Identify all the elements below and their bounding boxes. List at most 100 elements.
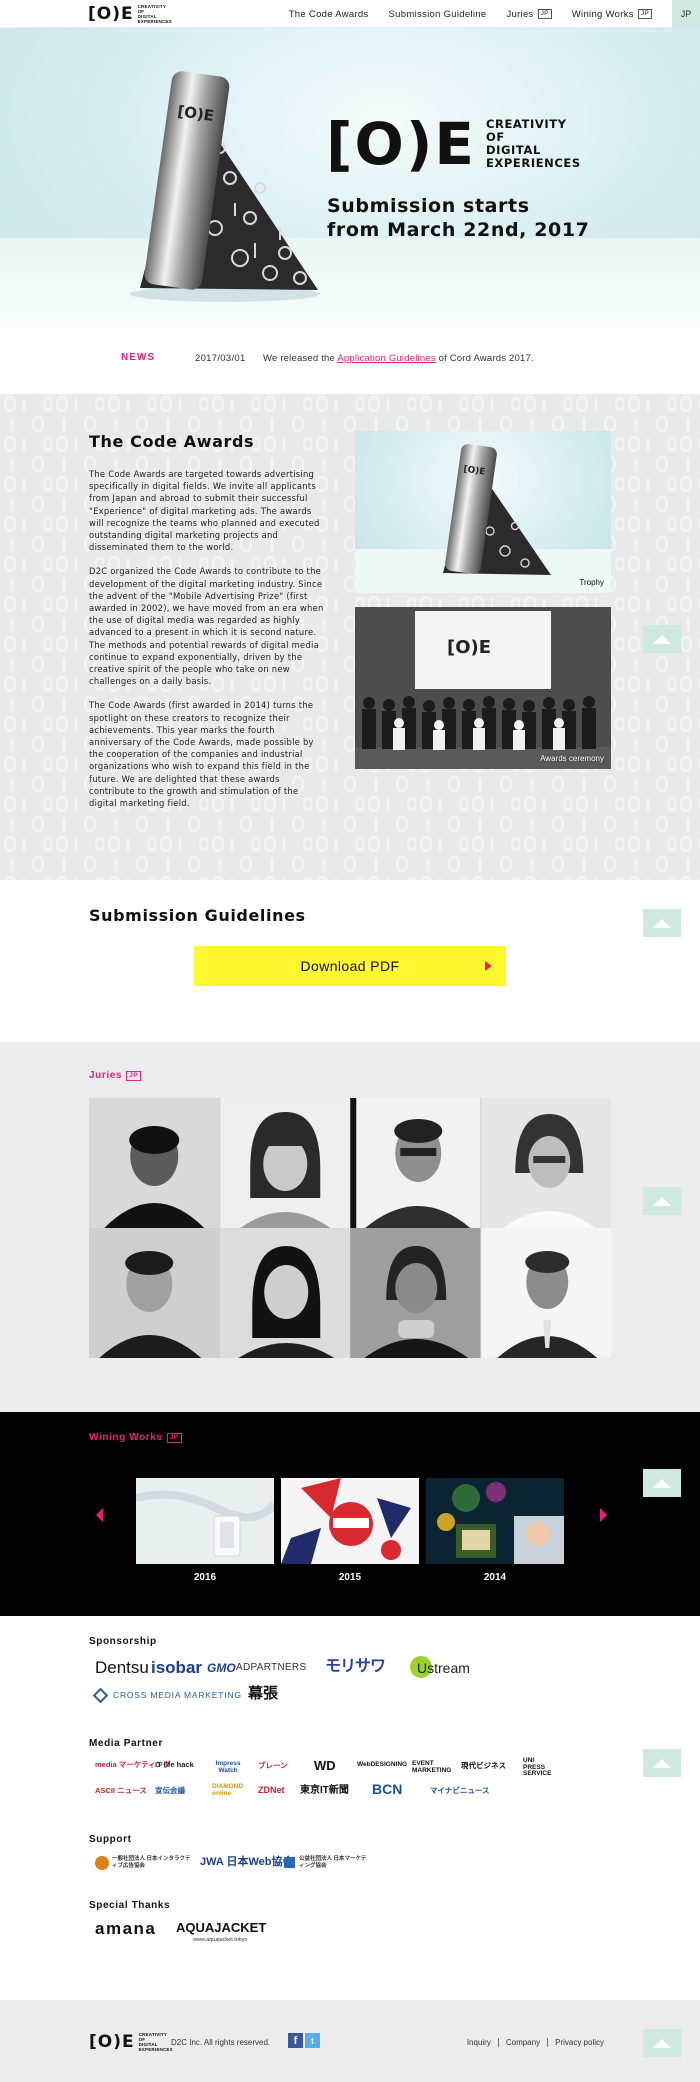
hero-logo-subtitle: CREATIVITY OF DIGITAL EXPERIENCES [485,117,581,170]
support-heading: Support [89,1834,132,1845]
jury-photo[interactable] [219,1098,350,1228]
ceremony-illustration: [O)E [355,607,611,769]
trophy-photo: [O)E Trophy [355,431,611,593]
thanks-logo-amana[interactable]: amana [95,1920,156,1937]
jury-photo[interactable] [89,1228,220,1358]
sponsor-logo-adpartners[interactable]: ADPARTNERS [236,1663,306,1673]
jp-badge: JP [537,9,552,19]
media-logo[interactable]: ブレーン [258,1762,288,1770]
hero-headline: Submission starts from March 22nd, 2017 [327,195,590,241]
media-logo[interactable]: EVENT MARKETING [412,1760,451,1774]
winning-works-section: Wining Works JP 2016 2015 2014 [0,1412,700,1616]
sponsors-section: Sponsorship Dentsu isobar GMO ADPARTNERS… [0,1616,700,2000]
submission-guidelines-section: Submission Guidelines Download PDF [0,880,700,1042]
sponsor-logo-ustream[interactable]: Ustream [417,1661,470,1675]
about-paragraph: The Code Awards (first awarded in 2014) … [89,700,314,809]
scroll-to-top-button[interactable] [643,1187,681,1215]
media-logo[interactable]: UNI PRESS SERVICE [523,1757,557,1778]
scroll-to-top-button[interactable] [643,1469,681,1497]
media-logo[interactable]: IT life hack [155,1761,194,1769]
sponsor-logo-cross-media-marketing[interactable]: CROSS MEDIA MARKETING [113,1691,242,1700]
media-logo[interactable]: Impress Watch [214,1760,242,1774]
jury-photo[interactable] [480,1228,611,1358]
scroll-to-top-button[interactable] [643,625,681,653]
work-year-2016: 2016 [193,1572,217,1583]
thanks-logo-aquajacket[interactable]: AQUAJACKET [176,1921,266,1934]
sponsor-logo-isobar[interactable]: isobar [151,1659,202,1676]
media-logo[interactable]: DIAMOND online [212,1783,246,1797]
support-logo-jma[interactable]: 公益社団法人 日本マーケティング協会 [299,1856,369,1869]
about-body: The Code Awards are targeted towards adv… [89,468,325,821]
media-logo[interactable]: BCN [372,1782,402,1796]
footer-link-company[interactable]: Company [497,2038,547,2047]
scroll-to-top-button[interactable] [643,2029,681,2057]
footer-logo[interactable]: [O)E CREATIVITY OF DIGITAL EXPERIENCES [89,2032,173,2052]
download-pdf-label: Download PDF [300,958,400,974]
hero-floor [0,238,700,328]
carousel-next-arrow-icon[interactable] [600,1508,607,1522]
aquajacket-url[interactable]: www.aquajacket.tokyo [193,1937,247,1944]
media-logo[interactable]: 東京IT新聞 [300,1786,349,1796]
nav-wining-works[interactable]: Wining Works JP [572,9,652,20]
sponsor-logo-morisawa[interactable]: モリサワ [325,1659,386,1675]
facebook-icon[interactable]: f [288,2033,303,2048]
media-partner-heading: Media Partner [89,1738,163,1749]
twitter-icon[interactable]: t [305,2033,320,2048]
work-thumbnail-2015[interactable] [281,1478,419,1564]
scroll-to-top-button[interactable] [643,1749,681,1777]
work-thumbnail-2014[interactable] [426,1478,564,1564]
ceremony-caption: Awards ceremony [540,754,604,763]
jury-photo[interactable] [219,1228,350,1358]
special-thanks-heading: Special Thanks [89,1900,171,1911]
carousel-prev-arrow-icon[interactable] [96,1508,103,1522]
hero-logo-mark: [O)E [326,110,476,178]
trophy-image: [O)E [130,71,320,302]
media-logo[interactable]: WD [314,1759,336,1772]
site-logo[interactable]: [O)E CREATIVITY OF DIGITAL EXPERIENCES [88,4,172,24]
footer-link-privacy-policy[interactable]: Privacy policy [547,2038,611,2047]
work-year-2015: 2015 [338,1572,362,1583]
support-logo-jwa[interactable]: JWA 日本Web協会 [200,1857,294,1868]
guidelines-title: Submission Guidelines [89,906,306,925]
scroll-to-top-button[interactable] [643,909,681,937]
support-logo-jiaa[interactable]: 一般社団法人 日本インタラクティブ広告協会 [112,1856,192,1869]
jiaa-mark-icon [95,1856,109,1870]
about-section: The Code Awards The Code Awards are targ… [0,394,700,880]
footer-link-inquiry[interactable]: Inquiry [460,2038,498,2047]
media-logo[interactable]: 宣伝会議 [155,1787,185,1795]
work-thumbnail-2016[interactable] [136,1478,274,1564]
media-logo[interactable]: ZDNet [258,1786,285,1795]
juries-heading: Juries JP [89,1070,142,1081]
jury-photo[interactable] [480,1098,611,1228]
nav-submission-guideline[interactable]: Submission Guideline [389,9,487,20]
site-header: [O)E CREATIVITY OF DIGITAL EXPERIENCES The … [0,0,700,28]
hero-banner: [O)E [O)E CREATIVITY OF DIGITAL EXPERIENCES… [0,28,700,328]
sponsorship-heading: Sponsorship [89,1636,157,1647]
download-pdf-button[interactable]: Download PDF [194,946,506,986]
winning-works-heading: Wining Works JP [89,1432,182,1443]
ceremony-photo: [O)E Awards ceremony [355,607,611,769]
about-paragraph: The Code Awards are targeted towards adv… [89,469,320,553]
nav-code-awards[interactable]: The Code Awards [289,9,369,20]
logo-mark: [O)E [88,4,134,24]
application-guidelines-link[interactable]: Application Guidelines [337,353,435,364]
media-logo[interactable]: WebDESIGNING [357,1761,407,1769]
sponsor-logo-makuhari[interactable]: 幕張 [248,1686,278,1701]
media-logo[interactable]: マイナビニュース [430,1787,489,1795]
jury-photo[interactable] [350,1098,481,1228]
logo-subtitle: CREATIVITY OF DIGITAL EXPERIENCES [137,4,172,24]
main-nav: The Code Awards Submission Guideline Jur… [289,0,700,28]
jury-photo[interactable] [89,1098,220,1228]
news-text: We released the Application Guidelines o… [263,353,534,364]
footer-logo-subtitle: CREATIVITY OF DIGITAL EXPERIENCES [138,2032,173,2052]
news-date: 2017/03/01 [195,353,246,364]
jp-badge: JP [166,1432,182,1443]
jury-photo[interactable] [350,1228,481,1358]
sponsor-logo-dentsu[interactable]: Dentsu [95,1659,149,1676]
sponsor-logo-gmo[interactable]: GMO [207,1662,236,1674]
media-logo[interactable]: ASCII ニュース [95,1787,147,1795]
about-title: The Code Awards [89,432,255,451]
language-switch[interactable]: JP [672,0,700,28]
nav-juries[interactable]: Juries JP [506,9,552,20]
media-logo[interactable]: 現代ビジネス [461,1762,506,1770]
